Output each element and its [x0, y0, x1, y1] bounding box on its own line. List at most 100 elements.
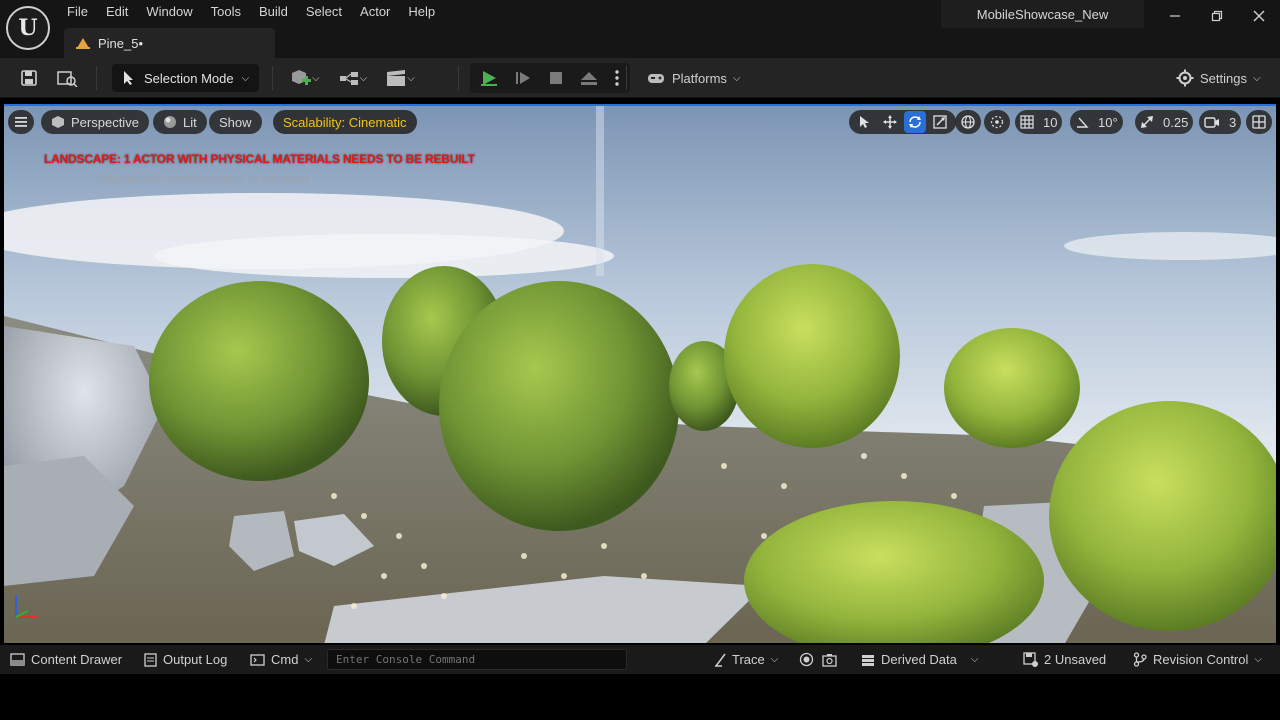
menu-window[interactable]: Window	[137, 0, 201, 24]
level-viewport[interactable]: Perspective Lit Show Scalability: Cinema…	[4, 104, 1276, 643]
scalability-button[interactable]: Scalability: Cinematic	[273, 110, 417, 134]
camera-speed-value: 3	[1229, 114, 1237, 130]
chevron-down-icon: ⌵	[732, 72, 741, 84]
angle-snap-value: 10°	[1098, 114, 1118, 130]
platforms-label: Platforms	[672, 70, 727, 86]
record-button[interactable]	[799, 645, 814, 674]
surface-snap-button[interactable]	[984, 110, 1010, 134]
screenshot-button[interactable]	[822, 645, 837, 674]
coordinate-system-button[interactable]	[955, 110, 981, 134]
record-icon	[799, 652, 814, 667]
grid-snap-button[interactable]: 10	[1015, 110, 1063, 134]
unreal-logo-icon[interactable]: U	[6, 6, 50, 50]
step-button[interactable]	[508, 64, 538, 92]
chevron-down-icon: ⌵	[407, 72, 415, 84]
project-name: MobileShowcase_New	[941, 0, 1144, 28]
restore-button[interactable]	[1196, 0, 1238, 32]
close-icon	[1253, 10, 1265, 22]
viewport-menu-button[interactable]	[8, 110, 34, 134]
play-group	[470, 63, 630, 93]
scale-arrow-icon	[1141, 116, 1153, 128]
cmd-dropdown[interactable]: Cmd ⌵	[250, 645, 312, 674]
play-icon	[481, 71, 497, 86]
minimize-icon	[1170, 15, 1180, 17]
settings-label: Settings	[1200, 70, 1247, 86]
content-drawer-button[interactable]: Content Drawer	[10, 645, 122, 674]
output-log-button[interactable]: Output Log	[144, 645, 227, 674]
chevron-down-icon: ⌵	[304, 654, 313, 665]
cinematics-button[interactable]: ⌵	[379, 64, 421, 92]
layout-grid-icon	[1252, 115, 1266, 129]
logo-letter: U	[18, 15, 38, 41]
lit-button[interactable]: Lit	[153, 110, 207, 134]
select-tool-button[interactable]	[854, 111, 876, 133]
selection-mode-dropdown[interactable]: Selection Mode ⌵	[112, 64, 260, 92]
screen-bottom-area	[0, 674, 1280, 720]
menu-file[interactable]: File	[58, 0, 97, 24]
scale-snap-button[interactable]: 0.25	[1135, 110, 1194, 134]
window-controls	[1154, 0, 1280, 32]
blueprints-button[interactable]: ⌵	[332, 64, 374, 92]
content-drawer-label: Content Drawer	[31, 652, 123, 667]
minimize-button[interactable]	[1154, 0, 1196, 32]
lit-sphere-icon	[164, 116, 176, 128]
angle-snap-button[interactable]: 10°	[1070, 110, 1123, 134]
play-options-button[interactable]	[608, 64, 626, 92]
trace-label: Trace	[732, 652, 765, 667]
grid-icon	[1020, 115, 1034, 129]
angle-icon	[1077, 117, 1089, 128]
trace-dropdown[interactable]: Trace ⌵	[714, 645, 778, 674]
add-actor-button[interactable]: ⌵	[284, 64, 326, 92]
rotate-icon	[909, 116, 921, 128]
camera-speed-button[interactable]: 3	[1199, 110, 1242, 134]
save-button[interactable]	[14, 64, 44, 92]
show-label: Show	[219, 114, 252, 130]
clapperboard-icon	[387, 70, 406, 86]
surface-snap-icon	[990, 115, 1004, 129]
chevron-down-icon: ⌵	[770, 654, 779, 665]
menu-build[interactable]: Build	[250, 0, 297, 24]
level-tab[interactable]: Pine_5•	[64, 28, 275, 58]
platforms-button[interactable]: Platforms ⌵	[640, 64, 747, 92]
menu-tools[interactable]: Tools	[202, 0, 250, 24]
scale-tool-button[interactable]	[929, 111, 951, 133]
cursor-icon	[860, 116, 869, 128]
menu-actor[interactable]: Actor	[351, 0, 399, 24]
stop-button[interactable]	[542, 64, 570, 92]
chevron-down-icon: ⌵	[359, 72, 368, 84]
chevron-down-icon: ⌵	[1252, 72, 1261, 84]
revision-control-label: Revision Control	[1153, 652, 1249, 667]
toolbar-divider	[458, 66, 459, 90]
console-command-input[interactable]	[327, 649, 627, 670]
main-toolbar: Selection Mode ⌵ ⌵ ⌵ ⌵ Platforms ⌵ Setti…	[0, 58, 1280, 98]
close-button[interactable]	[1238, 0, 1280, 32]
cube-icon	[52, 116, 64, 128]
rotate-tool-button[interactable]	[904, 111, 926, 133]
eject-button[interactable]	[574, 64, 604, 92]
save-warning-icon	[1023, 652, 1038, 667]
menu-help[interactable]: Help	[399, 0, 444, 24]
screenshot-icon	[822, 653, 837, 667]
translate-tool-button[interactable]	[879, 111, 901, 133]
branch-icon	[1133, 652, 1147, 667]
transform-tools	[849, 110, 956, 134]
derived-data-dropdown[interactable]: Derived Data ⌵	[861, 645, 978, 674]
menu-select[interactable]: Select	[297, 0, 351, 24]
play-button[interactable]	[474, 64, 504, 92]
revision-control-dropdown[interactable]: Revision Control ⌵	[1133, 645, 1262, 674]
maximize-viewport-button[interactable]	[1246, 110, 1272, 134]
chevron-down-icon: ⌵	[312, 72, 320, 84]
settings-group: Settings ⌵	[1170, 62, 1267, 94]
cursor-icon	[124, 71, 133, 85]
step-icon	[516, 72, 530, 84]
selection-mode-label: Selection Mode	[144, 70, 234, 86]
scale-icon	[933, 115, 947, 129]
unsaved-button[interactable]: 2 Unsaved	[1023, 645, 1106, 674]
browse-button[interactable]	[50, 64, 84, 92]
show-button[interactable]: Show	[209, 110, 262, 134]
settings-button[interactable]: Settings ⌵	[1170, 64, 1267, 92]
title-bar: U File Edit Window Tools Build Select Ac…	[0, 0, 1280, 58]
menu-edit[interactable]: Edit	[97, 0, 137, 24]
camera-icon	[1204, 117, 1219, 128]
perspective-button[interactable]: Perspective	[41, 110, 149, 134]
